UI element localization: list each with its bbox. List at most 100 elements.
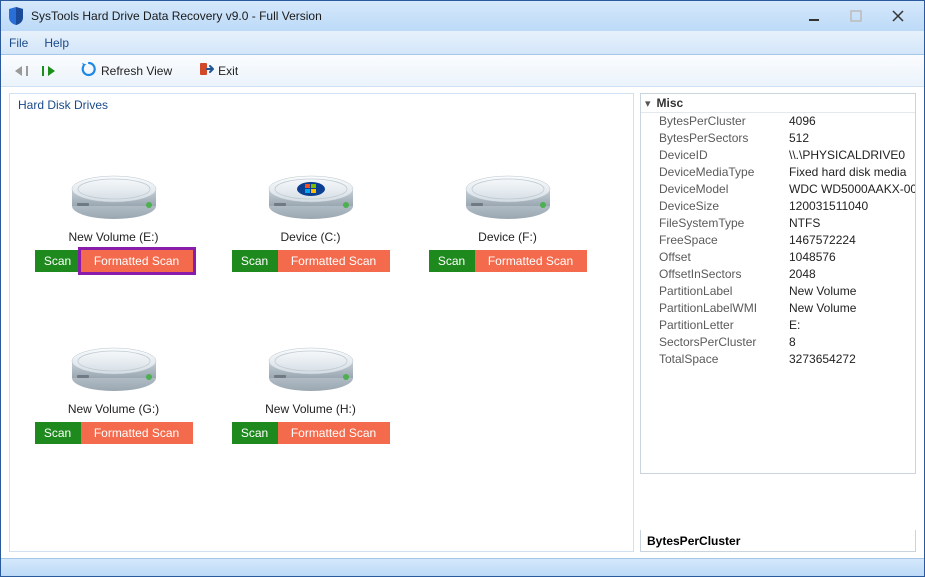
scan-button[interactable]: Scan xyxy=(35,422,81,444)
properties-panel: ▾ Misc BytesPerCluster4096BytesPerSector… xyxy=(640,93,916,552)
property-row[interactable]: FileSystemTypeNTFS xyxy=(641,215,915,232)
menu-file[interactable]: File xyxy=(9,36,28,50)
window-controls xyxy=(802,4,920,28)
property-row[interactable]: PartitionLabelNew Volume xyxy=(641,283,915,300)
property-key: BytesPerCluster xyxy=(659,114,789,129)
property-value: New Volume xyxy=(789,301,915,316)
property-row[interactable]: OffsetInSectors2048 xyxy=(641,266,915,283)
drive-item[interactable]: New Volume (G:) ScanFormatted Scan xyxy=(16,298,211,466)
property-row[interactable]: BytesPerCluster4096 xyxy=(641,113,915,130)
property-key: OffsetInSectors xyxy=(659,267,789,282)
drive-label: Device (C:) xyxy=(280,230,340,244)
formatted-scan-button[interactable]: Formatted Scan xyxy=(278,422,390,444)
property-row[interactable]: DeviceID\\.\PHYSICALDRIVE0 xyxy=(641,147,915,164)
drives-panel-header: Hard Disk Drives xyxy=(10,94,633,116)
nav-forward-button[interactable] xyxy=(38,64,59,78)
status-bar xyxy=(1,558,924,576)
properties-grid[interactable]: ▾ Misc BytesPerCluster4096BytesPerSector… xyxy=(640,93,916,474)
scan-button[interactable]: Scan xyxy=(232,250,278,272)
minimize-button[interactable] xyxy=(802,4,826,28)
property-value: 4096 xyxy=(789,114,915,129)
formatted-scan-button[interactable]: Formatted Scan xyxy=(475,250,587,272)
property-row[interactable]: BytesPerSectors512 xyxy=(641,130,915,147)
drive-label: New Volume (G:) xyxy=(68,402,159,416)
property-row[interactable]: DeviceModelWDC WD5000AAKX-003CA0 ATA Dev… xyxy=(641,181,915,198)
drive-item[interactable]: New Volume (H:) ScanFormatted Scan xyxy=(213,298,408,466)
property-value: 8 xyxy=(789,335,915,350)
property-key: FileSystemType xyxy=(659,216,789,231)
drive-label: Device (F:) xyxy=(478,230,537,244)
property-value: New Volume xyxy=(789,284,915,299)
property-row[interactable]: DeviceSize120031511040 xyxy=(641,198,915,215)
formatted-scan-button[interactable]: Formatted Scan xyxy=(81,422,193,444)
scan-button[interactable]: Scan xyxy=(429,250,475,272)
property-key: Offset xyxy=(659,250,789,265)
app-window: SysTools Hard Drive Data Recovery v9.0 -… xyxy=(0,0,925,577)
drive-icon xyxy=(463,154,553,224)
drive-item[interactable]: Device (C:)ScanFormatted Scan xyxy=(213,126,408,294)
property-value: WDC WD5000AAKX-003CA0 ATA Device xyxy=(789,182,915,197)
properties-section-label: Misc xyxy=(657,96,684,110)
close-button[interactable] xyxy=(886,4,910,28)
formatted-scan-button[interactable]: Formatted Scan xyxy=(81,250,193,272)
scan-button[interactable]: Scan xyxy=(35,250,81,272)
maximize-button[interactable] xyxy=(844,4,868,28)
main-content: Hard Disk Drives New Volume (E:)ScanForm… xyxy=(1,87,924,558)
formatted-scan-button[interactable]: Formatted Scan xyxy=(278,250,390,272)
property-row[interactable]: Offset1048576 xyxy=(641,249,915,266)
drive-icon xyxy=(266,154,356,224)
toolbar: Refresh View Exit xyxy=(1,55,924,87)
drive-item[interactable]: Device (F:)ScanFormatted Scan xyxy=(410,126,605,294)
drive-icon xyxy=(69,326,159,396)
drive-label: New Volume (H:) xyxy=(265,402,356,416)
property-key: DeviceID xyxy=(659,148,789,163)
property-value: 1048576 xyxy=(789,250,915,265)
property-value: \\.\PHYSICALDRIVE0 xyxy=(789,148,915,163)
drives-panel: Hard Disk Drives New Volume (E:)ScanForm… xyxy=(9,93,634,552)
property-key: TotalSpace xyxy=(659,352,789,367)
window-title: SysTools Hard Drive Data Recovery v9.0 -… xyxy=(31,9,802,23)
refresh-button[interactable]: Refresh View xyxy=(77,59,176,82)
refresh-label: Refresh View xyxy=(101,64,172,78)
chevron-down-icon: ▾ xyxy=(645,97,651,110)
property-key: DeviceMediaType xyxy=(659,165,789,180)
drive-label: New Volume (E:) xyxy=(68,230,158,244)
property-key: DeviceModel xyxy=(659,182,789,197)
property-value: Fixed hard disk media xyxy=(789,165,915,180)
menu-bar: File Help xyxy=(1,31,924,55)
selected-property-name: BytesPerCluster xyxy=(647,534,740,548)
refresh-icon xyxy=(81,61,97,80)
property-row[interactable]: SectorsPerCluster8 xyxy=(641,334,915,351)
exit-label: Exit xyxy=(218,64,238,78)
selected-property-footer: BytesPerCluster xyxy=(640,530,916,552)
menu-help[interactable]: Help xyxy=(44,36,69,50)
property-value: 512 xyxy=(789,131,915,146)
scan-button[interactable]: Scan xyxy=(232,422,278,444)
app-logo-icon xyxy=(7,7,25,25)
property-row[interactable]: DeviceMediaTypeFixed hard disk media xyxy=(641,164,915,181)
property-key: PartitionLetter xyxy=(659,318,789,333)
property-row[interactable]: FreeSpace1467572224 xyxy=(641,232,915,249)
property-key: BytesPerSectors xyxy=(659,131,789,146)
property-value: 2048 xyxy=(789,267,915,282)
property-value: NTFS xyxy=(789,216,915,231)
property-value: E: xyxy=(789,318,915,333)
drive-item[interactable]: New Volume (E:) ScanFormatted Scan xyxy=(16,126,211,294)
property-key: DeviceSize xyxy=(659,199,789,214)
property-value: 120031511040 xyxy=(789,199,915,214)
property-row[interactable]: PartitionLabelWMINew Volume xyxy=(641,300,915,317)
property-row[interactable]: PartitionLetterE: xyxy=(641,317,915,334)
exit-icon xyxy=(198,61,214,80)
nav-back-button[interactable] xyxy=(11,64,32,78)
property-key: FreeSpace xyxy=(659,233,789,248)
drive-icon xyxy=(69,154,159,224)
property-key: PartitionLabel xyxy=(659,284,789,299)
property-row[interactable]: TotalSpace3273654272 xyxy=(641,351,915,368)
property-key: PartitionLabelWMI xyxy=(659,301,789,316)
properties-section-header[interactable]: ▾ Misc xyxy=(641,94,915,113)
title-bar: SysTools Hard Drive Data Recovery v9.0 -… xyxy=(1,1,924,31)
property-key: SectorsPerCluster xyxy=(659,335,789,350)
drive-icon xyxy=(266,326,356,396)
exit-button[interactable]: Exit xyxy=(194,59,242,82)
property-value: 3273654272 xyxy=(789,352,915,367)
